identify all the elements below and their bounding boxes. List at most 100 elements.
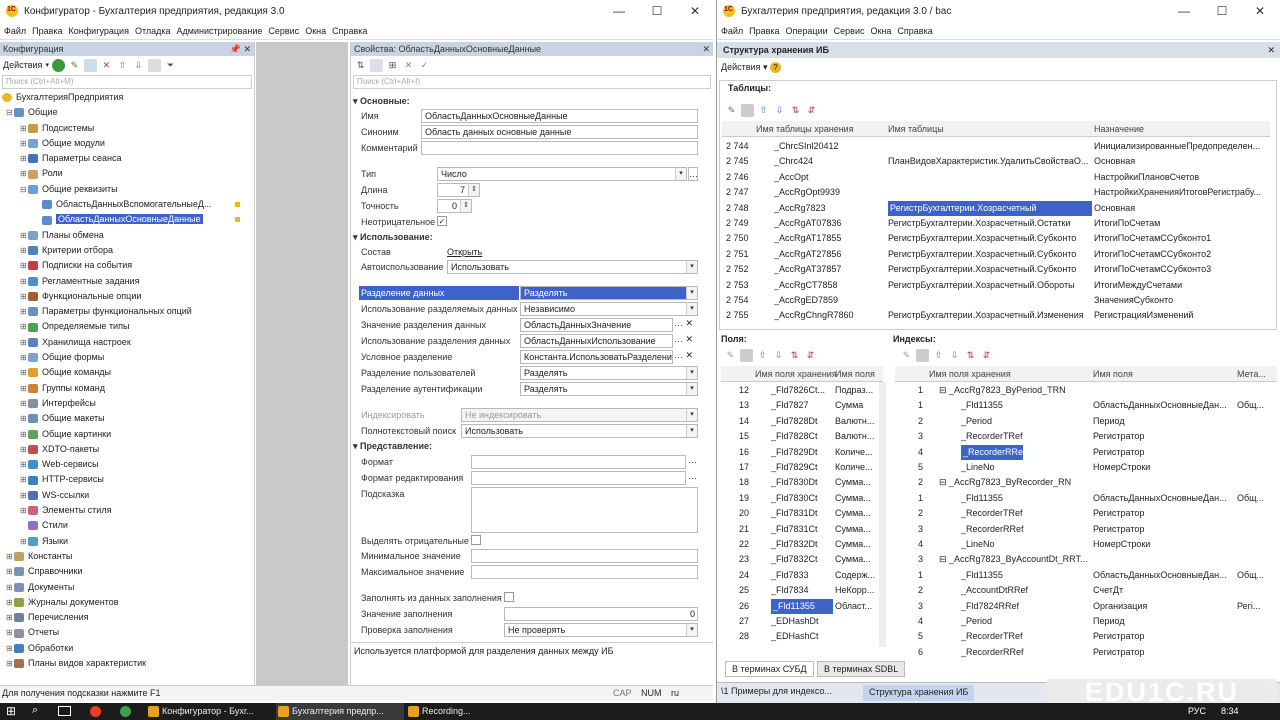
close-icon[interactable]: ✕ — [1267, 42, 1275, 58]
field-row[interactable]: 22 _Fld7832Dt Сумма... — [721, 537, 879, 552]
tree-item[interactable]: ⊞ Отчеты — [0, 625, 254, 640]
tree-item[interactable]: ⊞ Константы — [0, 549, 254, 564]
menu-item[interactable]: Окна — [305, 26, 326, 36]
select-button[interactable]: … ✕ — [674, 350, 693, 361]
group-usage[interactable]: ▾ Использование: — [353, 232, 433, 243]
taskbar-configurator[interactable]: Конфигуратор - Бухг... — [146, 703, 274, 720]
actions-menu[interactable]: Действия ▾ ? — [721, 62, 781, 73]
move-up-icon[interactable]: ⇧ — [932, 349, 945, 362]
expand-icon[interactable]: ⊞ — [6, 641, 14, 656]
tree-item[interactable]: ⊞ HTTP-сервисы — [0, 472, 254, 487]
edit-icon[interactable]: ✎ — [68, 59, 81, 72]
tree-item[interactable]: ⊞ Подсистемы — [0, 121, 254, 136]
col-field-name[interactable]: Имя поля — [835, 366, 875, 382]
expand-icon[interactable]: ⊞ — [20, 258, 28, 273]
properties-search-input[interactable]: Поиск (Ctrl+Alt+I) — [353, 75, 711, 89]
tree-item[interactable]: ⊞ Перечисления — [0, 610, 254, 625]
index-row[interactable]: 1 _Fld11355 ОбластьДанныхОсновныеДан... Общ… — [895, 398, 1277, 413]
table-row[interactable]: 2 745 _Chrc424 ПланВидовХарактеристик.Удал… — [722, 154, 1270, 169]
comment-field[interactable] — [421, 141, 698, 155]
format-field[interactable] — [471, 455, 686, 469]
spin-icon[interactable]: ⇕ — [468, 184, 479, 196]
expand-icon[interactable]: ⊞ — [20, 274, 28, 289]
taskbar-recording[interactable]: Recording... — [406, 703, 526, 720]
firefox-icon[interactable] — [90, 706, 101, 717]
tree-item[interactable]: ⊞ Планы видов характеристик — [0, 656, 254, 671]
index-row[interactable]: 5 _LineNo НомерСтроки — [895, 460, 1277, 475]
tree-item[interactable]: ⊞ Общие команды — [0, 365, 254, 380]
dropdown-icon[interactable]: ▾ — [686, 303, 697, 315]
field-row[interactable]: 15 _Fld7828Ct Валютн... — [721, 429, 879, 444]
move-down-icon[interactable]: ⇩ — [773, 104, 786, 117]
expand-icon[interactable]: ⊞ — [20, 534, 28, 549]
dropdown-icon[interactable]: ▾ — [686, 287, 697, 299]
select-button[interactable]: … — [688, 471, 697, 481]
expand-icon[interactable]: ⊞ — [6, 564, 14, 579]
select-button[interactable]: … — [688, 455, 697, 465]
field-row[interactable]: 16 _Fld7829Dt Количе... — [721, 445, 879, 460]
tree-item[interactable]: ⊞ Критерии отбора — [0, 243, 254, 258]
menu-item[interactable]: Конфигурация — [69, 26, 129, 36]
expand-icon[interactable]: ⊞ — [6, 580, 14, 595]
composition-open-link[interactable]: Открыть — [447, 247, 482, 257]
menu-item[interactable]: Файл — [721, 26, 743, 36]
table-row[interactable]: 2 752 _AccRgAT37857 РегистрБухгалтерии.Хоз… — [722, 262, 1270, 277]
table-row[interactable]: 2 751 _AccRgAT27856 РегистрБухгалтерии.Хоз… — [722, 247, 1270, 262]
index-row[interactable]: 4 _Period Период — [895, 614, 1277, 629]
group-presentation[interactable]: ▾ Представление: — [353, 441, 432, 452]
menu-item[interactable]: Сервис — [268, 26, 299, 36]
move-up-icon[interactable]: ⇧ — [756, 349, 769, 362]
tab-dbms-terms[interactable]: В терминах СУБД — [725, 661, 814, 677]
table-row[interactable]: 2 754 _AccRgED7859 ЗначенияСубконто — [722, 293, 1270, 308]
index-row[interactable]: 1 ⊟ _AccRg7823_ByPeriod_TRN — [895, 383, 1277, 398]
windows-start-icon[interactable]: ⊞ — [6, 704, 16, 718]
edit-icon[interactable]: ✎ — [900, 349, 913, 362]
tree-item[interactable]: ⊞ Языки — [0, 534, 254, 549]
move-up-icon[interactable]: ⇧ — [757, 104, 770, 117]
pin-icon[interactable]: 📌 ✕ — [230, 42, 251, 56]
conditional-separation-field[interactable]: Константа.ИспользоватьРазделени... — [520, 350, 673, 364]
expand-icon[interactable]: ⊞ — [20, 411, 28, 426]
expand-icon[interactable]: ⊞ — [20, 151, 28, 166]
col-table-name[interactable]: Имя таблицы — [888, 121, 944, 137]
tree-item[interactable]: ⊞ Общие модули — [0, 136, 254, 151]
edit-format-field[interactable] — [471, 471, 686, 485]
sort-asc-icon[interactable]: ⇅ — [788, 349, 801, 362]
spin-icon[interactable]: ⇕ — [460, 200, 471, 212]
move-down-icon[interactable]: ⇩ — [772, 349, 785, 362]
list-icon[interactable] — [741, 103, 754, 117]
expand-icon[interactable]: ⊞ — [20, 121, 28, 136]
index-row[interactable]: 2 _Period Период — [895, 414, 1277, 429]
expand-icon[interactable]: ⊞ — [6, 656, 14, 671]
minimize-button[interactable]: — — [1165, 0, 1203, 22]
index-row[interactable]: 3 _RecorderTRef Регистратор — [895, 429, 1277, 444]
config-search-input[interactable]: Поиск (Ctrl+Alt+M) — [2, 75, 252, 89]
field-row[interactable]: 17 _Fld7829Ct Количе... — [721, 460, 879, 475]
autouse-field[interactable]: Использовать ▾ — [447, 260, 698, 274]
col-index-storage[interactable]: Имя поля хранения — [929, 366, 1011, 382]
expand-icon[interactable]: ⊞ — [20, 457, 28, 472]
menu-item[interactable]: Правка — [32, 26, 62, 36]
dropdown-icon[interactable]: ▾ — [686, 261, 697, 273]
index-row[interactable]: 2 _RecorderTRef Регистратор — [895, 506, 1277, 521]
edit-icon[interactable]: ✎ — [725, 104, 738, 117]
expand-icon[interactable]: ⊞ — [20, 503, 28, 518]
menu-item[interactable]: Справка — [332, 26, 367, 36]
table-row[interactable]: 2 749 _AccRgAT07836 РегистрБухгалтерии.Хоз… — [722, 216, 1270, 231]
field-row[interactable]: 27 _EDHashDt — [721, 614, 879, 629]
tree-item[interactable]: ⊞ WS-ссылки — [0, 488, 254, 503]
name-field[interactable]: ОбластьДанныхОсновныеДанные — [421, 109, 698, 123]
expand-icon[interactable]: ⊟ — [20, 182, 28, 197]
move-down-icon[interactable]: ⇩ — [132, 59, 145, 72]
maximize-button[interactable]: ☐ — [1203, 0, 1241, 22]
expand-icon[interactable]: ⊞ — [20, 243, 28, 258]
tab-sdbl-terms[interactable]: В терминах SDBL — [817, 661, 906, 677]
tree-item[interactable]: ⊟ Общие — [0, 105, 254, 120]
field-row[interactable]: 19 _Fld7830Ct Сумма... — [721, 491, 879, 506]
type-select-button[interactable]: … — [688, 167, 698, 181]
table-row[interactable]: 2 755 _AccRgChngR7860 РегистрБухгалтерии.Х… — [722, 308, 1270, 323]
tree-item[interactable]: ⊞ Обработки — [0, 641, 254, 656]
copy-icon[interactable] — [83, 58, 97, 72]
sort-desc-icon[interactable]: ⇵ — [805, 104, 818, 117]
table-row[interactable]: 2 750 _AccRgAT17855 РегистрБухгалтерии.Хоз… — [722, 231, 1270, 246]
